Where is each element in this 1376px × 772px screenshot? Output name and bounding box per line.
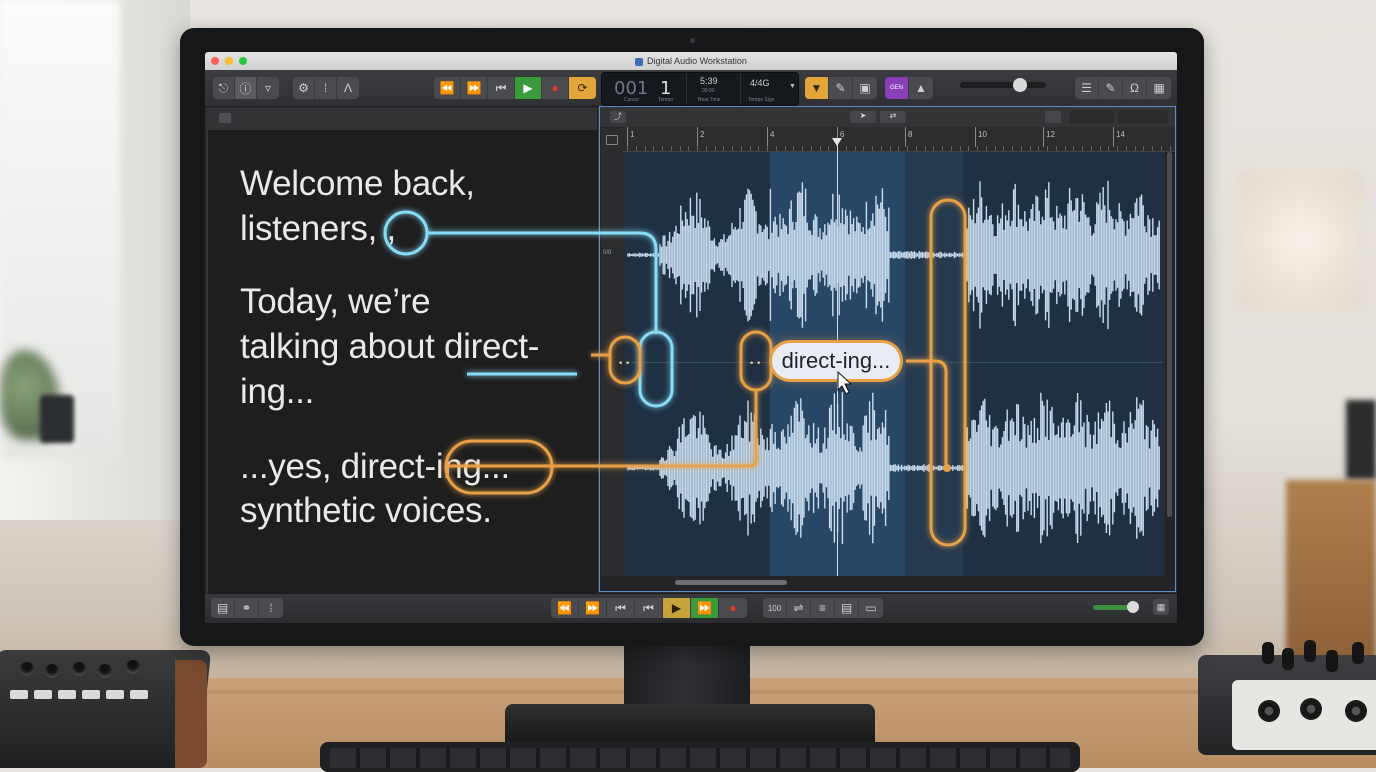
- counter-button[interactable]: 100: [763, 598, 787, 618]
- mixer-icon[interactable]: ⁞: [259, 598, 283, 618]
- shuffle-icon[interactable]: ⇌: [787, 598, 811, 618]
- bottom-left-buttons: ▤ ⚭ ⁞: [211, 598, 283, 618]
- headphones-icon[interactable]: ⚭: [235, 598, 259, 618]
- mouse-cursor-layer: [837, 370, 853, 395]
- record-icon[interactable]: ●: [719, 598, 747, 618]
- forward-icon[interactable]: ⏩: [579, 598, 607, 618]
- bottom-mode-buttons: 100 ⇌ ≡ ▤ ▭: [763, 598, 883, 618]
- play-icon[interactable]: ▶: [663, 598, 691, 618]
- split-icon[interactable]: ▤: [835, 598, 859, 618]
- previous-icon[interactable]: ⏮: [635, 598, 663, 618]
- go-to-start-icon[interactable]: ⏮: [607, 598, 635, 618]
- rewind-icon[interactable]: ⏪: [551, 598, 579, 618]
- save-icon[interactable]: ▦: [1153, 599, 1169, 615]
- screen-icon[interactable]: ▭: [859, 598, 883, 618]
- list-icon[interactable]: ▤: [211, 598, 235, 618]
- fast-forward-icon[interactable]: ⏩: [691, 598, 719, 618]
- bottom-control-bar: ▤ ⚭ ⁞ ⏪ ⏩ ⏮ ⏮ ▶ ⏩ ● 100 ⇌ ≡ ▤ ▭ ▦: [205, 593, 1177, 623]
- bottom-transport: ⏪ ⏩ ⏮ ⏮ ▶ ⏩ ●: [551, 598, 747, 618]
- mouse-pointer-icon: [837, 370, 853, 395]
- output-volume-knob[interactable]: [1127, 601, 1139, 613]
- align-icon[interactable]: ≡: [811, 598, 835, 618]
